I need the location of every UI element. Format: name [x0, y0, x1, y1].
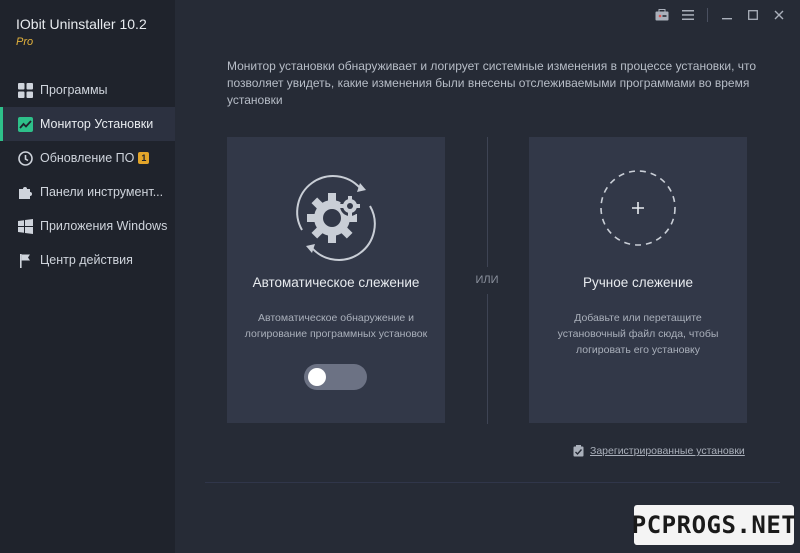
- sidebar: IObit Uninstaller 10.2 Pro Программы Мон…: [0, 0, 175, 553]
- sidebar-item-action-center[interactable]: Центр действия: [0, 243, 175, 277]
- or-divider-bottom: [487, 294, 488, 424]
- sidebar-item-label: Приложения Windows: [40, 219, 168, 233]
- registered-installs-label: Зарегистрированные установки: [590, 445, 745, 457]
- sidebar-item-label: Центр действия: [40, 253, 133, 267]
- minimize-button[interactable]: [716, 6, 738, 24]
- add-file-icon[interactable]: [599, 169, 677, 247]
- gear-monitor-icon: [296, 175, 376, 261]
- toolbox-button[interactable]: [651, 6, 673, 24]
- close-button[interactable]: [768, 6, 790, 24]
- toggle-knob: [308, 368, 326, 386]
- flag-icon: [17, 252, 33, 268]
- close-icon: [774, 10, 784, 20]
- install-monitor-description: Монитор установки обнаруживает и логируе…: [227, 59, 757, 107]
- sidebar-item-programs[interactable]: Программы: [0, 73, 175, 107]
- sidebar-nav: Программы Монитор Установки Обновление П…: [0, 73, 175, 277]
- maximize-icon: [748, 10, 758, 20]
- update-icon: [17, 150, 33, 166]
- app-edition: Pro: [16, 36, 34, 48]
- windows-icon: [17, 218, 33, 234]
- window-controls: [651, 6, 790, 24]
- grid-icon: [17, 82, 33, 98]
- hamburger-icon: [682, 10, 694, 20]
- sidebar-item-windows-apps[interactable]: Приложения Windows: [0, 209, 175, 243]
- puzzle-icon: [17, 184, 33, 200]
- or-divider-top: [487, 137, 488, 267]
- auto-monitor-title: Автоматическое слежение: [252, 275, 420, 290]
- bottom-divider: [205, 482, 780, 483]
- controls-divider: [707, 8, 708, 22]
- auto-monitor-toggle[interactable]: [304, 364, 367, 390]
- manual-monitor-card[interactable]: Ручное слежение Добавьте или перетащите …: [529, 137, 747, 423]
- or-label: ИЛИ: [475, 274, 499, 286]
- sidebar-item-toolbars[interactable]: Панели инструмент...: [0, 175, 175, 209]
- minimize-icon: [722, 18, 732, 20]
- sidebar-item-label: Программы: [40, 83, 108, 97]
- manual-monitor-description: Добавьте или перетащите установочный фай…: [557, 312, 719, 356]
- manual-monitor-title: Ручное слежение: [582, 275, 694, 290]
- clipboard-check-icon: [573, 445, 584, 457]
- sidebar-item-label: Обновление ПО: [40, 151, 135, 165]
- maximize-button[interactable]: [742, 6, 764, 24]
- sidebar-item-label: Монитор Установки: [40, 117, 154, 131]
- toolbox-icon: [655, 9, 669, 21]
- auto-monitor-card: Автоматическое слежение Автоматическое о…: [227, 137, 445, 423]
- sidebar-item-install-monitor[interactable]: Монитор Установки: [0, 107, 175, 141]
- watermark: PCPROGS.NET: [632, 505, 796, 545]
- update-count-badge: 1: [138, 152, 150, 164]
- app-title: IObit Uninstaller 10.2: [16, 16, 147, 32]
- sidebar-item-label: Панели инструмент...: [40, 185, 164, 199]
- menu-button[interactable]: [677, 6, 699, 24]
- chart-icon: [17, 116, 33, 132]
- registered-installs-link[interactable]: Зарегистрированные установки: [573, 445, 745, 457]
- auto-monitor-description: Автоматическое обнаружение и логирование…: [244, 312, 428, 340]
- sidebar-item-software-update[interactable]: Обновление ПО 1: [0, 141, 175, 175]
